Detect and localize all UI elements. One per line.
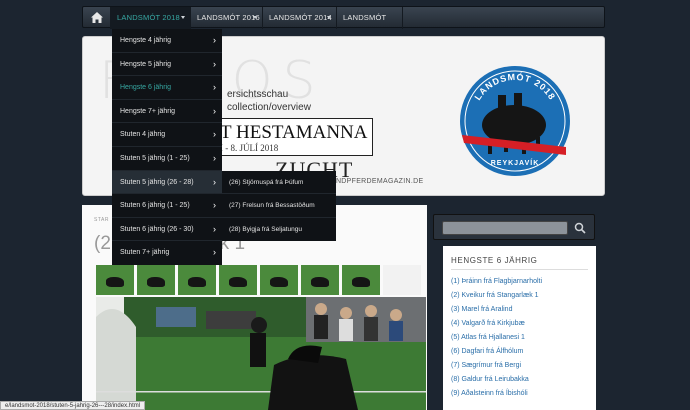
- nav-landsmot-2016[interactable]: LANDSMÓT 2016: [191, 7, 263, 29]
- banner-subtitle-2: collection/overview: [227, 102, 311, 113]
- nav-landsmot-2014[interactable]: LANDSMÓT 2014: [263, 7, 337, 29]
- sidebar-panel: HENGSTE 6 JÄHRIG (1) Þráinn frá Flagbjar…: [443, 246, 596, 410]
- banner-subtitle-1: ersichtsschau: [227, 89, 289, 100]
- sidebar-link[interactable]: (3) Marel frá Aralind: [451, 304, 542, 318]
- sidebar-link[interactable]: (1) Þráinn frá Flagbjarnarholti: [451, 276, 542, 290]
- main-navbar: LANDSMÓT 2018 LANDSMÓT 2016 LANDSMÓT 201…: [82, 6, 605, 44]
- photo-illustration: [96, 297, 426, 410]
- chevron-right-icon: ›: [213, 247, 216, 258]
- submenu-item-26[interactable]: (26) Stjörnuspá frá Þúfum: [222, 171, 336, 195]
- banner-event-date: I - 8. JÚLÍ 2018: [220, 143, 279, 153]
- dropdown-item-stuten-6-b[interactable]: Stuten 6 jährig (26 - 30) ›: [112, 218, 222, 242]
- chevron-right-icon: ›: [213, 105, 216, 116]
- thumbnail[interactable]: [137, 265, 175, 295]
- chevron-right-icon: ›: [213, 58, 216, 69]
- dropdown-item-hengste-4[interactable]: Hengste 4 jährig ›: [112, 29, 222, 53]
- chevron-right-icon: ›: [213, 176, 216, 187]
- landsmot-logo[interactable]: LANDSMÓT 2018 REYKJAVÍK: [456, 65, 574, 177]
- thumbnail[interactable]: [342, 265, 380, 295]
- search-input[interactable]: [442, 221, 568, 235]
- dropdown-item-stuten-4[interactable]: Stuten 4 jährig ›: [112, 123, 222, 147]
- thumbnail-strip: [96, 265, 426, 295]
- home-icon: [91, 12, 103, 23]
- dropdown-item-stuten-6-a[interactable]: Stuten 6 jährig (1 - 25) ›: [112, 194, 222, 218]
- banner-event-title: T HESTAMANNA: [220, 122, 368, 143]
- chevron-right-icon: ›: [213, 200, 216, 211]
- sidebar-link[interactable]: (4) Valgarð frá Kirkjubæ: [451, 318, 542, 332]
- thumbnail[interactable]: [96, 265, 134, 295]
- submenu: (26) Stjörnuspá frá Þúfum (27) Frelsun f…: [222, 171, 336, 241]
- search-icon: [574, 222, 586, 234]
- dropdown-item-stuten-5-b[interactable]: Stuten 5 jährig (26 - 28) ›: [112, 170, 222, 195]
- chevron-right-icon: ›: [213, 153, 216, 163]
- dropdown-item-hengste-5[interactable]: Hengste 5 jährig ›: [112, 53, 222, 77]
- dropdown-item-hengste-6[interactable]: Hengste 6 jährig ›: [112, 76, 222, 100]
- submenu-item-27[interactable]: (27) Frelsun frá Bessastöðum: [222, 194, 336, 218]
- svg-text:REYKJAVÍK: REYKJAVÍK: [491, 158, 540, 167]
- thumbnail[interactable]: [178, 265, 216, 295]
- chevron-right-icon: ›: [213, 35, 216, 45]
- chevron-right-icon: ›: [213, 82, 216, 93]
- submenu-item-28[interactable]: (28) Byigja frá Seljatungu: [222, 218, 336, 241]
- sidebar-list: (1) Þráinn frá Flagbjarnarholti (2) Kvei…: [451, 276, 542, 402]
- chevron-down-icon: [327, 16, 331, 19]
- thumbnail[interactable]: [219, 265, 257, 295]
- dropdown-item-hengste-7[interactable]: Hengste 7+ jährig ›: [112, 100, 222, 124]
- sidebar-link[interactable]: (8) Galdur frá Leirubakka: [451, 374, 542, 388]
- chevron-right-icon: ›: [213, 223, 216, 234]
- sidebar-link[interactable]: (5) Atlas frá Hjallanesi 1: [451, 332, 542, 346]
- thumbnail[interactable]: [260, 265, 298, 295]
- dropdown-menu: Hengste 4 jährig › Hengste 5 jährig › He…: [112, 29, 222, 265]
- search-panel: [433, 214, 595, 240]
- sidebar-title: HENGSTE 6 JÄHRIG: [451, 256, 538, 265]
- status-bar-url: e/landsmot-2018/stuten-5-jahrig-26---28/…: [0, 401, 146, 410]
- main-photo[interactable]: [96, 297, 426, 410]
- thumbnail[interactable]: [383, 265, 421, 295]
- sidebar-link[interactable]: (7) Sægrímur frá Bergi: [451, 360, 542, 374]
- breadcrumb[interactable]: STAR: [94, 217, 109, 223]
- sidebar-link[interactable]: (9) Aðalsteinn frá Íbishóli: [451, 388, 542, 402]
- thumbnail[interactable]: [301, 265, 339, 295]
- chevron-right-icon: ›: [213, 129, 216, 140]
- sidebar-link[interactable]: (2) Kveikur frá Stangarlæk 1: [451, 290, 542, 304]
- nav-landsmot-2018[interactable]: LANDSMÓT 2018: [111, 7, 191, 29]
- sidebar-link[interactable]: (6) Dagfari frá Álfhólum: [451, 346, 542, 360]
- search-button[interactable]: [572, 221, 588, 235]
- chevron-down-icon: [253, 16, 257, 19]
- chevron-down-icon: [181, 16, 185, 19]
- nav-landsmot-2011[interactable]: LANDSMÓT 2011: [337, 7, 403, 44]
- dropdown-item-stuten-5-a[interactable]: Stuten 5 jährig (1 - 25) ›: [112, 147, 222, 171]
- dropdown-item-stuten-7[interactable]: Stuten 7+ jährig ›: [112, 241, 222, 265]
- sidebar-divider: [451, 269, 588, 270]
- home-button[interactable]: [83, 7, 111, 29]
